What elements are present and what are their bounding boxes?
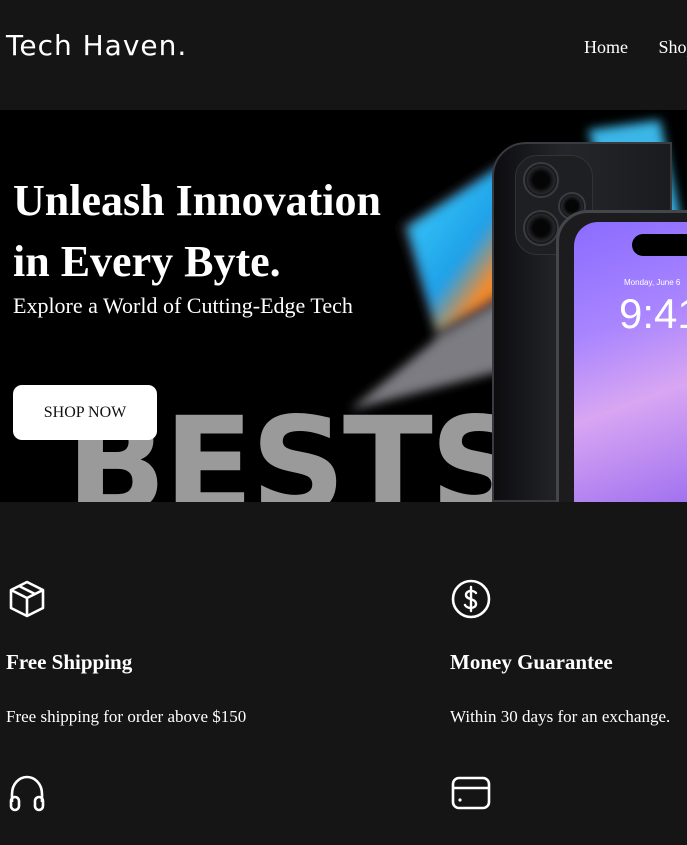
feature-title: Money Guarantee (450, 650, 613, 674)
hero-title-line1: Unleash Innovation (13, 176, 382, 225)
nav-home[interactable]: Home (584, 37, 628, 57)
shop-now-button[interactable]: SHOP NOW (13, 385, 157, 440)
phone-screen: Monday, June 6 9:41 (574, 222, 687, 502)
box-icon (9, 580, 45, 618)
dollar-icon (451, 579, 491, 619)
feature-desc: Within 30 days for an exchange. (450, 707, 671, 726)
hero-subtitle: Explore a World of Cutting-Edge Tech (13, 293, 353, 318)
main-nav: Home Shop (584, 37, 687, 58)
hero-banner: BESTS Monday, June 6 9:41 Unleash Innova… (0, 110, 687, 502)
hero-title: Unleash Innovation in Every Byte. (13, 170, 433, 292)
feature-title: Free Shipping (6, 650, 133, 674)
dynamic-island (632, 234, 687, 256)
camera-lens (523, 162, 559, 198)
camera-lens (523, 210, 559, 246)
features-section: Free Shipping Free shipping for order ab… (0, 502, 687, 845)
card-icon (451, 776, 491, 810)
phone-time: 9:41 (619, 290, 687, 337)
nav-shop[interactable]: Shop (659, 37, 687, 57)
feature-desc: Free shipping for order above $150 (6, 707, 247, 726)
headphones-icon (9, 775, 45, 812)
phone-date: Monday, June 6 (624, 278, 681, 287)
site-header: Tech Haven. Home Shop (0, 0, 687, 110)
hero-title-line2: in Every Byte. (13, 237, 281, 286)
logo[interactable]: Tech Haven. (6, 29, 187, 62)
